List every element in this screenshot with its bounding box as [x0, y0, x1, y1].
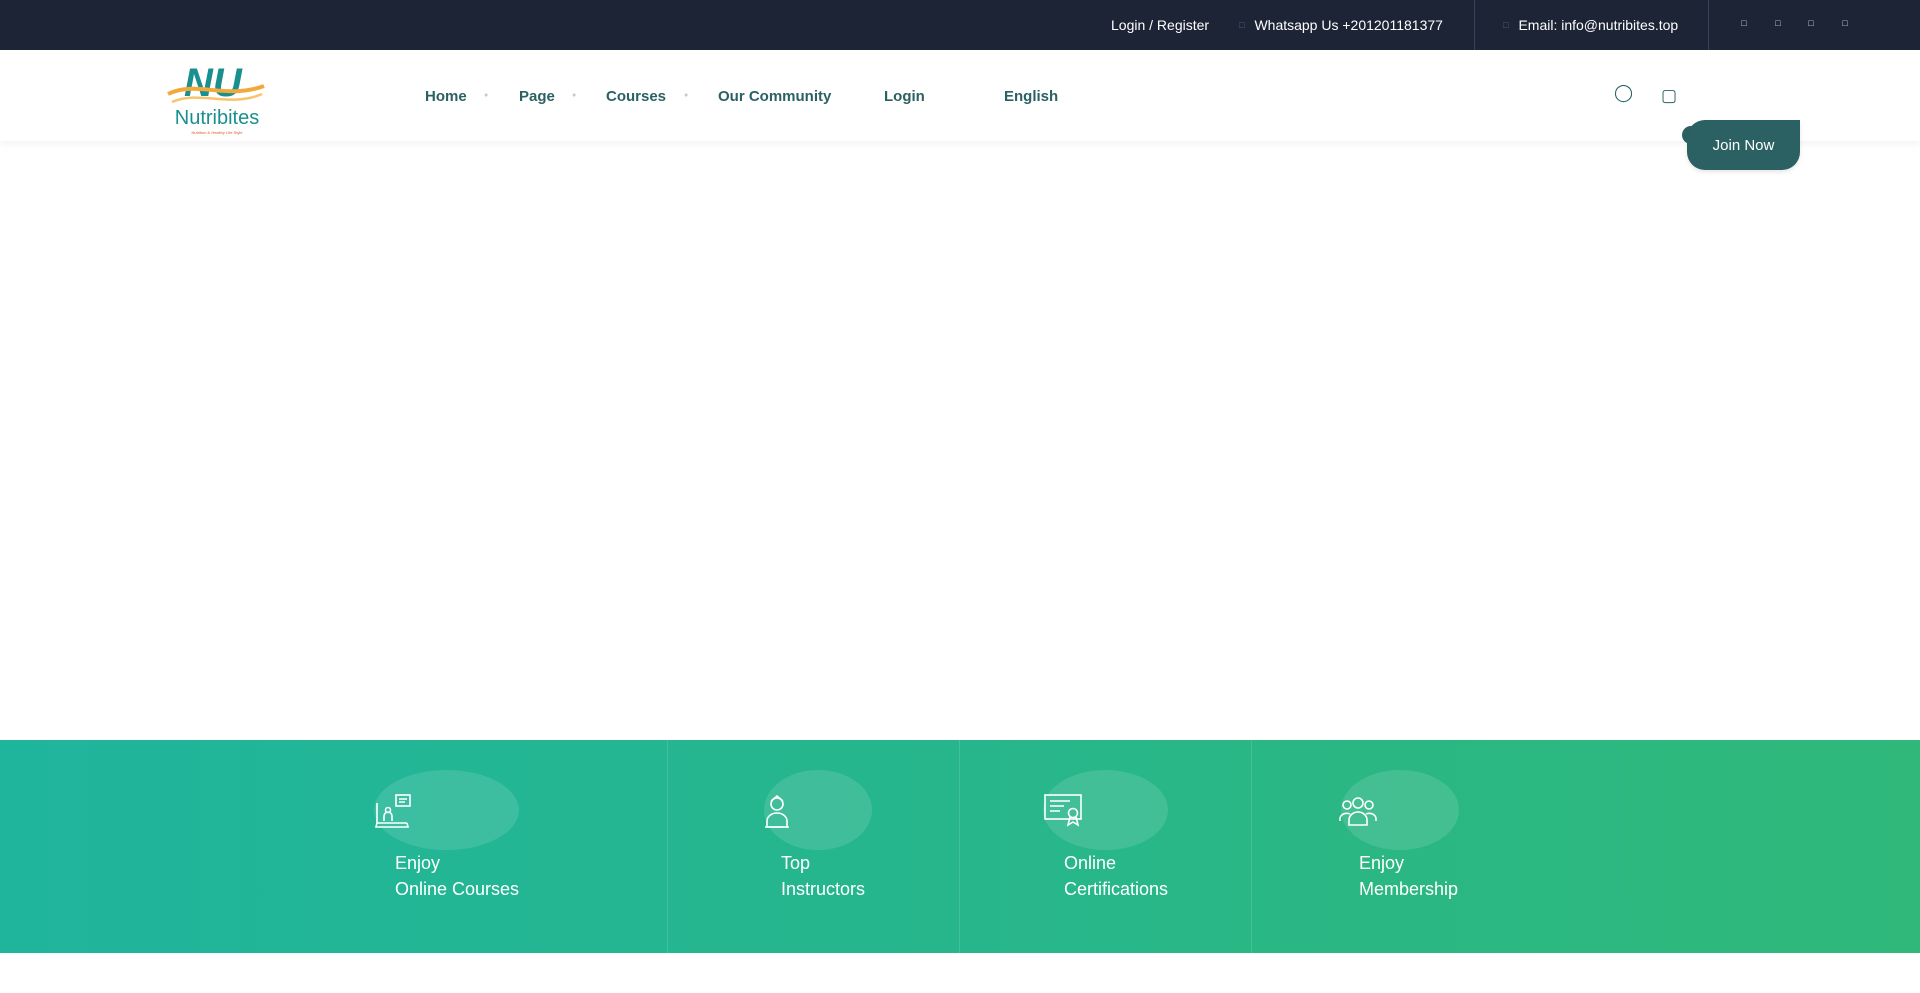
feature-title-line1: Top — [781, 853, 811, 873]
site-logo[interactable]: NU Nutribites Nutrition & Healthy Life S… — [166, 58, 268, 138]
nav-language[interactable]: English — [1004, 88, 1058, 105]
online-course-icon — [374, 794, 411, 828]
feature-title-line2: Membership — [1359, 879, 1459, 899]
feature-title-line1: Online — [1064, 853, 1117, 873]
nav-our-community[interactable]: Our Community — [718, 88, 831, 105]
feature-online-certifications: Online Certifications — [1040, 740, 1240, 953]
instructor-icon — [765, 794, 789, 828]
main-header: NU Nutribites Nutrition & Healthy Life S… — [0, 50, 1920, 170]
feature-title-line1: Enjoy — [395, 853, 441, 873]
nav-login[interactable]: Login — [884, 88, 925, 105]
feature-online-courses: Enjoy Online Courses — [370, 740, 670, 953]
email-icon: □ — [1503, 20, 1509, 30]
dropdown-dot-icon: ● — [684, 92, 689, 99]
linkedin-icon[interactable]: □ — [1840, 18, 1850, 32]
dropdown-dot-icon: ● — [484, 92, 489, 99]
divider — [1708, 0, 1709, 50]
divider — [1474, 0, 1475, 50]
feature-title-line2: Instructors — [781, 879, 866, 899]
feature-top-instructors: Top Instructors — [757, 740, 957, 953]
whatsapp-icon: □ — [1239, 20, 1245, 30]
login-register-link[interactable]: Login / Register — [1111, 0, 1209, 50]
feature-title-line2: Online Courses — [395, 879, 520, 899]
twitter-icon[interactable]: □ — [1773, 18, 1783, 32]
feature-membership: Enjoy Membership — [1336, 740, 1536, 953]
email-contact[interactable]: □ Email: info@nutribites.top — [1503, 0, 1678, 50]
logo-tagline: Nutrition & Healthy Life Style — [192, 130, 244, 135]
certificate-icon — [1044, 794, 1082, 827]
nav-page[interactable]: Page — [519, 88, 555, 105]
nav-home[interactable]: Home — [425, 88, 467, 105]
membership-icon — [1339, 797, 1377, 826]
feature-title-line2: Certifications — [1064, 879, 1169, 899]
search-icon[interactable]: ◯ — [1614, 83, 1633, 103]
join-now-button[interactable]: Join Now — [1687, 120, 1800, 170]
whatsapp-text: Whatsapp Us +201201181377 — [1254, 17, 1443, 33]
facebook-icon[interactable]: □ — [1739, 18, 1749, 32]
logo-text: Nutribites — [175, 107, 259, 129]
divider — [959, 740, 960, 953]
features-strip: Enjoy Online Courses Top Instructors Onl… — [0, 740, 1920, 953]
email-text: Email: info@nutribites.top — [1518, 17, 1679, 33]
whatsapp-contact[interactable]: □ Whatsapp Us +201201181377 — [1239, 0, 1443, 50]
nav-courses[interactable]: Courses — [606, 88, 666, 105]
cart-icon[interactable]: ▢ — [1661, 86, 1677, 106]
feature-title-line1: Enjoy — [1359, 853, 1405, 873]
dropdown-dot-icon: ● — [572, 92, 577, 99]
top-bar: Login / Register □ Whatsapp Us +20120118… — [0, 0, 1920, 50]
divider — [1251, 740, 1252, 953]
instagram-icon[interactable]: □ — [1806, 18, 1816, 32]
